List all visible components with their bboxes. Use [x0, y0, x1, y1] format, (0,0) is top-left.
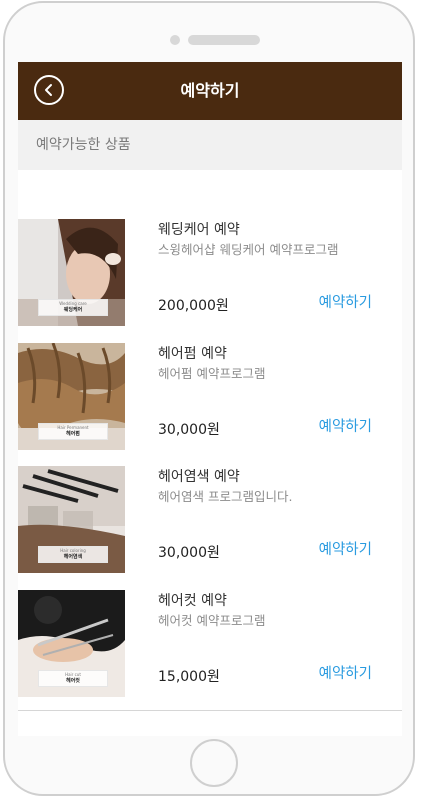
product-thumbnail-wedding: Wedding care 웨딩케어 [18, 219, 125, 326]
front-camera [170, 35, 180, 45]
product-thumbnail-perm: Hair Permanent 헤어펌 [18, 342, 125, 450]
section-label: 예약가능한 상품 [36, 137, 131, 153]
product-title: 헤어염색 예약 [158, 469, 240, 485]
product-item: Hair cut 헤어컷 헤어컷 예약 헤어컷 예약프로그램 15,000원 예… [18, 589, 402, 714]
product-title: 헤어컷 예약 [158, 592, 227, 609]
thumbnail-caption: Wedding care 웨딩케어 [38, 299, 108, 316]
book-button[interactable]: 예약하기 [319, 415, 372, 436]
product-title: 웨딩케어 예약 [158, 222, 240, 238]
product-list: Wedding care 웨딩케어 웨딩케어 예약 스윙헤어샵 웨딩케어 예약프… [18, 219, 402, 713]
product-item: Hair Permanent 헤어펌 헤어펌 예약 헤어펌 예약프로그램 30,… [18, 342, 402, 467]
page-title: 예약하기 [180, 81, 240, 100]
product-price: 15,000원 [158, 668, 220, 685]
home-button[interactable] [190, 739, 238, 787]
section-header: 예약가능한 상품 [18, 120, 402, 170]
thumbnail-caption: Hair Permanent 헤어펌 [38, 422, 108, 440]
thumbnail-caption: Hair coloring 헤어염색 [38, 546, 108, 563]
product-description: 헤어염색 프로그램입니다. [158, 489, 293, 504]
book-button[interactable]: 예약하기 [319, 538, 372, 559]
product-thumbnail-cut: Hair cut 헤어컷 [18, 589, 125, 697]
product-price: 30,000원 [158, 421, 220, 438]
thumbnail-caption-ko: 웨딩케어 [63, 307, 83, 313]
product-description: 헤어컷 예약프로그램 [158, 612, 266, 628]
thumbnail-caption: Hair cut 헤어컷 [38, 669, 108, 687]
product-thumbnail-coloring: Hair coloring 헤어염색 [18, 466, 125, 573]
bottom-divider [18, 710, 402, 711]
product-title: 헤어펌 예약 [158, 345, 227, 362]
product-item: Hair coloring 헤어염색 헤어염색 예약 헤어염색 프로그램입니다.… [18, 466, 402, 590]
thumbnail-caption-ko: 헤어펌 [66, 430, 80, 437]
book-button[interactable]: 예약하기 [319, 291, 372, 312]
earpiece-speaker [188, 35, 260, 45]
product-price: 200,000원 [158, 298, 229, 314]
thumbnail-caption-ko: 헤어염색 [63, 554, 83, 560]
thumbnail-caption-ko: 헤어컷 [66, 677, 80, 684]
product-description: 헤어펌 예약프로그램 [158, 365, 266, 381]
book-button[interactable]: 예약하기 [319, 662, 372, 683]
app-header: 예약하기 [18, 62, 402, 120]
product-description: 스윙헤어샵 웨딩케어 예약프로그램 [158, 242, 339, 257]
product-price: 30,000원 [158, 545, 220, 561]
app-screen: 예약하기 예약가능한 상품 Wedding care 웨딩케어 웨딩케어 예약 … [18, 62, 402, 736]
product-item: Wedding care 웨딩케어 웨딩케어 예약 스윙헤어샵 웨딩케어 예약프… [18, 219, 402, 343]
